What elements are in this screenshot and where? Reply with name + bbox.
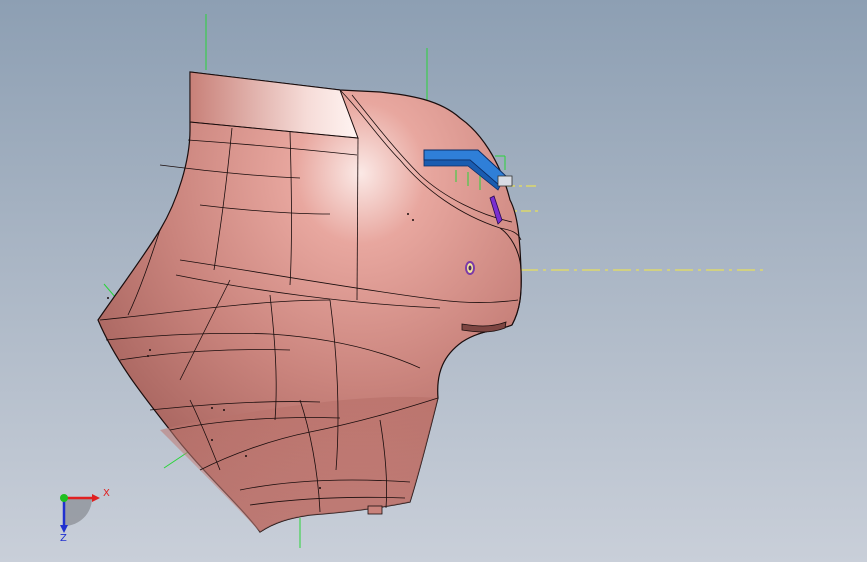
model-viewport[interactable]: X Z <box>0 0 867 562</box>
mounting-hole[interactable] <box>465 261 475 275</box>
bracket-end <box>497 175 513 187</box>
triad-x-arrow <box>92 494 100 502</box>
triad-z-label: Z <box>60 533 67 544</box>
triad-shadow <box>64 498 92 526</box>
triad-z-arrow <box>60 525 68 533</box>
triad-y-axis <box>60 494 68 502</box>
fender-part[interactable] <box>97 71 522 533</box>
reference-axes <box>500 185 766 271</box>
orientation-triad: X Z <box>60 488 110 544</box>
bottom-tab <box>367 505 383 515</box>
triad-x-label: X <box>103 488 110 499</box>
